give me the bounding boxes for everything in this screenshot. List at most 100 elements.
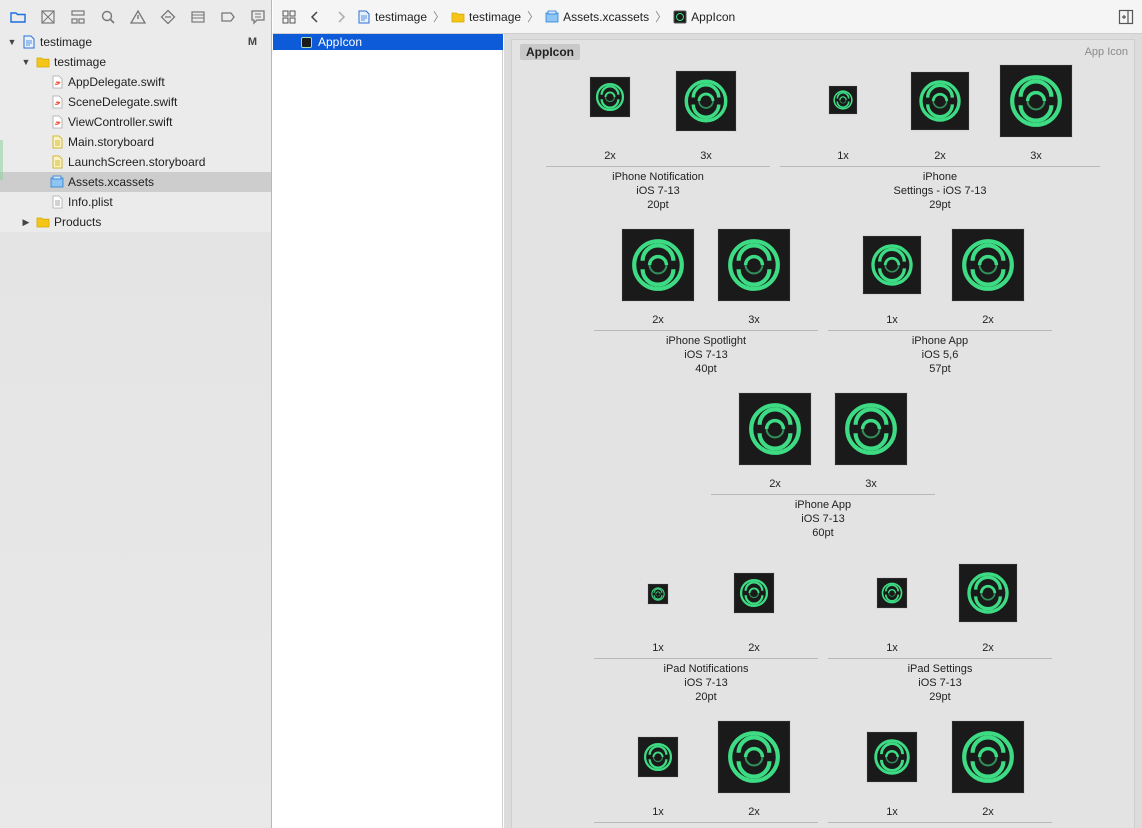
search-icon[interactable]: [98, 7, 118, 27]
scale-label: 3x: [700, 150, 712, 162]
group-subtitle: Settings - iOS 7-13: [893, 185, 987, 197]
breadcrumb-item[interactable]: testimage 〉: [451, 8, 539, 25]
group-title: iPad Notifications: [663, 663, 749, 675]
tree-item[interactable]: ▶ Products: [0, 212, 271, 232]
app-icon-well[interactable]: [734, 573, 774, 613]
scale-label: 3x: [1030, 150, 1042, 162]
scale-label: 2x: [748, 806, 760, 818]
group-subtitle: iOS 7-13: [684, 677, 728, 689]
asset-item-appicon[interactable]: AppIcon: [273, 34, 503, 50]
navigator-toolbar: [0, 0, 271, 34]
appicon-icon: [673, 10, 687, 24]
scale-label: 1x: [652, 806, 664, 818]
disclosure-collapsed-icon[interactable]: ▶: [20, 216, 32, 228]
tree-item[interactable]: ▼ testimage M: [0, 32, 271, 52]
group-divider: [546, 166, 770, 167]
back-chevron-icon[interactable]: [305, 7, 325, 27]
test-icon[interactable]: [158, 7, 178, 27]
scale-label: 1x: [837, 150, 849, 162]
related-items-icon[interactable]: [279, 7, 299, 27]
tree-item-label: AppDelegate.swift: [68, 75, 165, 89]
breakpoint-icon[interactable]: [218, 7, 238, 27]
hierarchy-icon[interactable]: [68, 7, 88, 27]
app-icon-well[interactable]: [867, 732, 917, 782]
scale-label: 2x: [604, 150, 616, 162]
disclosure-expanded-icon[interactable]: ▼: [6, 36, 18, 48]
folder-icon: [451, 10, 465, 24]
breadcrumb-item[interactable]: AppIcon: [673, 10, 735, 24]
app-icon-well[interactable]: [959, 564, 1017, 622]
group-subtitle: iOS 7-13: [801, 513, 845, 525]
tree-item[interactable]: ViewController.swift: [0, 112, 271, 132]
group-size: 20pt: [695, 691, 717, 703]
breadcrumb-item[interactable]: testimage 〉: [357, 8, 445, 25]
scale-label: 1x: [886, 642, 898, 654]
tree-item[interactable]: Info.plist: [0, 192, 271, 212]
tree-item[interactable]: SceneDelegate.swift: [0, 92, 271, 112]
app-icon-well[interactable]: [952, 229, 1024, 301]
group-divider: [594, 330, 818, 331]
project-icon: [22, 35, 36, 49]
warning-icon[interactable]: [128, 7, 148, 27]
disclosure-expanded-icon[interactable]: ▼: [20, 56, 32, 68]
storyboard-file-icon: [50, 155, 64, 169]
app-icon-well[interactable]: [676, 71, 736, 131]
asset-item-label: AppIcon: [318, 35, 363, 49]
scale-label: 2x: [934, 150, 946, 162]
app-icon-well[interactable]: [877, 578, 907, 608]
group-size: 60pt: [812, 527, 834, 539]
folder-icon[interactable]: [8, 7, 28, 27]
group-divider: [711, 494, 935, 495]
icon-set-type: App Icon: [1084, 46, 1128, 58]
forward-chevron-icon[interactable]: [331, 7, 351, 27]
file-tree: ▼ testimage M ▼ testimage AppDelegate.swift Sc…: [0, 32, 271, 232]
asset-catalog-list: AppIcon: [273, 34, 503, 828]
group-subtitle: iOS 5,6: [921, 349, 959, 361]
tree-item[interactable]: AppDelegate.swift: [0, 72, 271, 92]
group-title: iPhone Spotlight: [665, 335, 747, 347]
app-icon-well[interactable]: [590, 77, 630, 117]
tree-item[interactable]: ▼ testimage: [0, 52, 271, 72]
tree-item-label: Assets.xcassets: [68, 175, 155, 189]
app-icon-well[interactable]: [739, 393, 811, 465]
app-icon-well[interactable]: [1000, 65, 1072, 137]
app-icon-well[interactable]: [638, 737, 678, 777]
app-icon-well[interactable]: [829, 86, 857, 114]
app-icon-well[interactable]: [863, 236, 921, 294]
tree-item-label: Info.plist: [68, 195, 113, 209]
scale-label: 2x: [652, 314, 664, 326]
tree-item-label: ViewController.swift: [68, 115, 173, 129]
report-icon[interactable]: [248, 7, 268, 27]
breadcrumb-separator-icon: 〉: [655, 10, 668, 24]
app-icon-well[interactable]: [911, 72, 969, 130]
breadcrumb-item[interactable]: Assets.xcassets 〉: [545, 8, 667, 25]
group-size: 57pt: [929, 363, 951, 375]
source-control-icon[interactable]: [38, 7, 58, 27]
app-icon-well[interactable]: [718, 229, 790, 301]
icon-set-name[interactable]: AppIcon: [520, 44, 580, 60]
debug-icon[interactable]: [188, 7, 208, 27]
swift-file-icon: [50, 75, 64, 89]
app-icon-well[interactable]: [648, 584, 668, 604]
app-icon-well[interactable]: [718, 721, 790, 793]
app-icon-well[interactable]: [952, 721, 1024, 793]
inspector-toggle-icon[interactable]: [1118, 9, 1134, 25]
navigator-empty-area: [0, 232, 271, 828]
scale-label: 3x: [865, 478, 877, 490]
scale-label: 3x: [748, 314, 760, 326]
app-icon-well[interactable]: [835, 393, 907, 465]
tree-item[interactable]: Assets.xcassets: [0, 172, 271, 192]
scale-label: 1x: [652, 642, 664, 654]
project-icon: [357, 10, 371, 24]
appicon-thumbnail-icon: [301, 36, 312, 48]
scale-label: 2x: [982, 642, 994, 654]
group-size: 29pt: [929, 199, 951, 211]
tree-item[interactable]: LaunchScreen.storyboard: [0, 152, 271, 172]
app-icon-well[interactable]: [622, 229, 694, 301]
group-divider: [828, 658, 1052, 659]
tree-item[interactable]: Main.storyboard: [0, 132, 271, 152]
tree-item-label: testimage: [40, 35, 93, 49]
tree-item-label: Main.storyboard: [68, 135, 155, 149]
